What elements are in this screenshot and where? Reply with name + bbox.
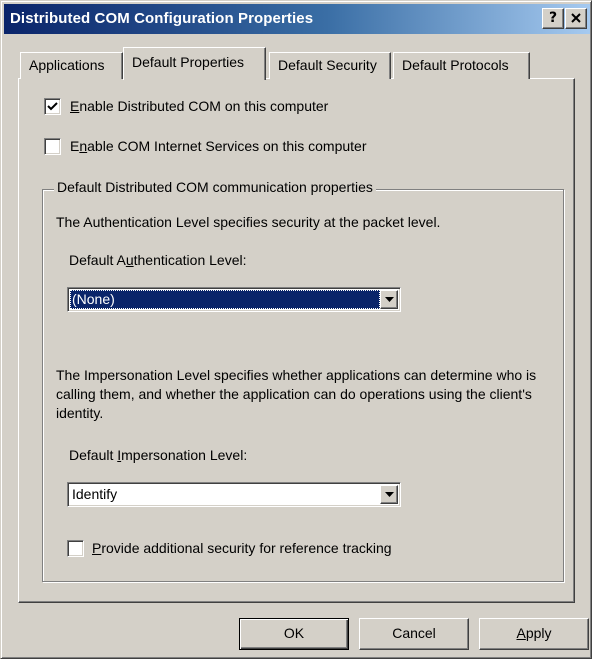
auth-level-label-pre: Default A xyxy=(69,252,126,268)
enable-cis-label-pre: E xyxy=(70,138,80,154)
auth-level-value: (None) xyxy=(70,290,380,309)
enable-dcom-checkbox[interactable] xyxy=(44,98,61,115)
imp-description: The Impersonation Level specifies whethe… xyxy=(56,367,537,421)
enable-cis-checkbox[interactable] xyxy=(44,138,61,155)
auth-description: The Authentication Level specifies secur… xyxy=(56,214,441,230)
apply-label-key: A xyxy=(516,625,526,641)
enable-dcom-label[interactable]: Enable Distributed COM on this computer xyxy=(70,98,328,114)
ref-tracking-label-key: P xyxy=(92,540,102,556)
enable-dcom-label-key: E xyxy=(70,98,80,114)
auth-level-dropdown-button[interactable] xyxy=(380,290,398,309)
imp-level-dropdown-button[interactable] xyxy=(380,485,398,504)
tab-default-properties[interactable]: Default Properties xyxy=(123,47,266,80)
ok-button[interactable]: OK xyxy=(239,618,349,650)
tab-default-protocols[interactable]: Default Protocols xyxy=(393,52,530,79)
enable-cis-label-key: n xyxy=(79,138,88,154)
chevron-down-icon xyxy=(385,492,394,497)
help-button[interactable]: ? xyxy=(542,8,564,29)
apply-button[interactable]: Apply xyxy=(479,618,589,650)
tab-applications[interactable]: Applications xyxy=(20,52,123,79)
auth-level-label: Default Authentication Level: xyxy=(69,252,246,268)
imp-level-label-pre: Default xyxy=(69,447,118,463)
enable-cis-label-post: able COM Internet Services on this compu… xyxy=(87,138,367,154)
ref-tracking-label-post: rovide additional security for reference… xyxy=(101,540,392,556)
imp-level-label-post: mpersonation Level: xyxy=(121,447,248,463)
ref-tracking-label[interactable]: Provide additional security for referenc… xyxy=(92,540,392,556)
apply-label-post: pply xyxy=(525,625,552,641)
tab-default-security[interactable]: Default Security xyxy=(269,52,391,79)
title-bar[interactable]: Distributed COM Configuration Properties… xyxy=(4,4,590,34)
imp-level-label: Default Impersonation Level: xyxy=(69,447,247,463)
auth-level-dropdown[interactable]: (None) xyxy=(67,287,401,312)
enable-cis-label[interactable]: Enable COM Internet Services on this com… xyxy=(70,138,366,154)
auth-level-label-key: u xyxy=(125,252,134,268)
close-button[interactable] xyxy=(565,8,587,29)
imp-level-value: Identify xyxy=(72,486,118,502)
cancel-button[interactable]: Cancel xyxy=(359,618,469,650)
checkmark-icon xyxy=(47,102,58,111)
auth-level-label-post: thentication Level: xyxy=(133,252,247,268)
chevron-down-icon xyxy=(385,297,394,302)
ref-tracking-checkbox[interactable] xyxy=(67,540,84,557)
imp-level-dropdown[interactable]: Identify xyxy=(67,482,401,507)
dcom-properties-dialog: Distributed COM Configuration Properties… xyxy=(0,0,592,659)
close-icon xyxy=(571,13,581,23)
window-title: Distributed COM Configuration Properties xyxy=(10,10,314,27)
enable-dcom-label-post: nable Distributed COM on this computer xyxy=(79,98,329,114)
group-title: Default Distributed COM communication pr… xyxy=(54,179,376,195)
